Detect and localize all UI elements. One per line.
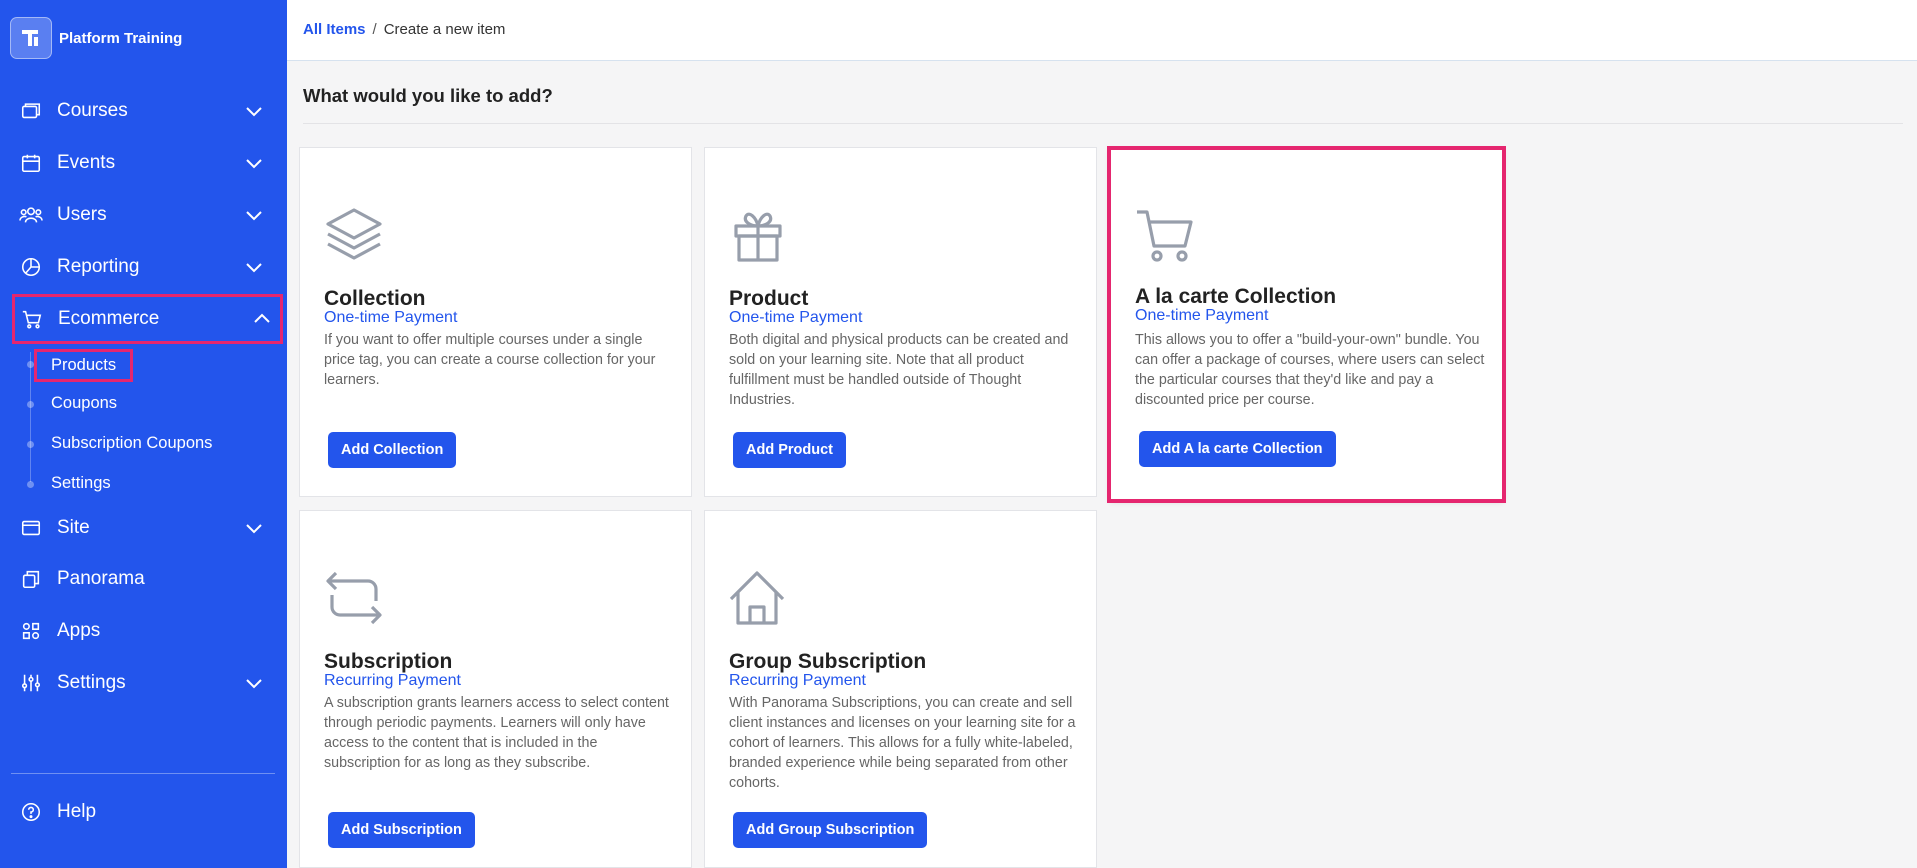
sidebar-subitem-products[interactable]: Products xyxy=(33,349,134,382)
add-collection-button[interactable]: Add Collection xyxy=(328,432,457,468)
submenu-dot xyxy=(27,441,34,448)
sidebar: Platform Training Courses Events Users R… xyxy=(0,0,287,868)
sidebar-item-ecommerce[interactable]: Ecommerce xyxy=(12,294,283,344)
layers-icon xyxy=(326,208,382,260)
sidebar-item-label: Reporting xyxy=(57,256,140,277)
sidebar-item-reporting[interactable]: Reporting xyxy=(14,245,272,289)
sidebar-subitem-settings[interactable]: Settings xyxy=(51,474,111,493)
chevron-down-icon xyxy=(246,679,262,689)
sidebar-item-help[interactable]: Help xyxy=(14,790,272,834)
apps-icon xyxy=(18,618,44,644)
sidebar-item-label: Site xyxy=(57,517,90,538)
add-subscription-button[interactable]: Add Subscription xyxy=(328,812,475,848)
add-a-la-carte-collection-button[interactable]: Add A la carte Collection xyxy=(1139,431,1336,467)
sidebar-item-label: Help xyxy=(57,801,97,822)
card-product: Product One-time Payment Both digital an… xyxy=(704,147,1097,497)
card-subtitle: One-time Payment xyxy=(324,309,458,326)
breadcrumb-all-items-link[interactable]: All Items xyxy=(303,21,366,38)
card-subtitle: One-time Payment xyxy=(1135,307,1269,324)
card-subtitle: Recurring Payment xyxy=(324,672,461,689)
chevron-up-icon xyxy=(254,313,270,323)
sidebar-item-label: Panorama xyxy=(57,568,145,589)
sidebar-item-panorama[interactable]: Panorama xyxy=(14,557,272,601)
breadcrumb-current: Create a new item xyxy=(383,21,506,38)
card-description: This allows you to offer a "build-your-o… xyxy=(1135,332,1485,408)
card-description: Both digital and physical products can b… xyxy=(729,332,1069,408)
brand[interactable]: Platform Training xyxy=(10,17,182,59)
card-group-subscription: Group Subscription Recurring Payment Wit… xyxy=(704,510,1097,868)
card-description: With Panorama Subscriptions, you can cre… xyxy=(729,695,1076,791)
brand-name: Platform Training xyxy=(59,29,183,47)
repeat-icon xyxy=(326,571,382,625)
card-collection: Collection One-time Payment If you want … xyxy=(299,147,692,497)
breadcrumb-separator: / xyxy=(372,21,377,38)
sidebar-item-apps[interactable]: Apps xyxy=(14,609,272,653)
card-title: Group Subscription xyxy=(729,650,927,673)
add-group-subscription-button[interactable]: Add Group Subscription xyxy=(733,812,928,848)
sidebar-item-label: Courses xyxy=(57,100,128,121)
card-subtitle: One-time Payment xyxy=(729,309,863,326)
breadcrumb: All Items / Create a new item xyxy=(303,21,505,38)
help-icon xyxy=(18,799,44,825)
browser-icon xyxy=(18,515,44,541)
sidebar-item-settings[interactable]: Settings xyxy=(14,661,272,705)
sidebar-item-label: Users xyxy=(57,204,107,225)
chevron-down-icon xyxy=(246,263,262,273)
card-description: If you want to offer multiple courses un… xyxy=(324,332,656,388)
cart-icon xyxy=(19,306,45,332)
sidebar-item-label: Ecommerce xyxy=(58,308,160,329)
sidebar-item-courses[interactable]: Courses xyxy=(14,89,272,133)
users-icon xyxy=(18,202,44,228)
sidebar-subitem-subscription-coupons[interactable]: Subscription Coupons xyxy=(51,434,212,453)
pie-chart-icon xyxy=(18,254,44,280)
submenu-dot xyxy=(27,401,34,408)
sidebar-divider xyxy=(11,773,275,774)
calendar-icon xyxy=(18,150,44,176)
add-product-button[interactable]: Add Product xyxy=(733,432,846,468)
chevron-down-icon xyxy=(246,107,262,117)
sliders-icon xyxy=(18,670,44,696)
topbar: All Items / Create a new item xyxy=(287,0,1917,61)
chevron-down-icon xyxy=(246,211,262,221)
sidebar-item-users[interactable]: Users xyxy=(14,193,272,237)
gift-icon xyxy=(734,212,782,262)
card-title: A la carte Collection xyxy=(1135,285,1337,308)
cart-icon xyxy=(1137,210,1193,262)
card-subscription: Subscription Recurring Payment A subscri… xyxy=(299,510,692,868)
sidebar-item-label: Settings xyxy=(57,672,126,693)
submenu-dot xyxy=(27,361,34,368)
sidebar-subitem-coupons[interactable]: Coupons xyxy=(51,394,117,413)
sidebar-item-site[interactable]: Site xyxy=(14,506,272,550)
card-subtitle: Recurring Payment xyxy=(729,672,866,689)
card-title: Collection xyxy=(324,287,426,310)
submenu-rail xyxy=(30,352,31,482)
sidebar-item-label: Events xyxy=(57,152,116,173)
card-title: Product xyxy=(729,287,809,310)
chevron-down-icon xyxy=(246,524,262,534)
page-title: What would you like to add? xyxy=(303,85,553,106)
chevron-down-icon xyxy=(246,159,262,169)
card-title: Subscription xyxy=(324,650,453,673)
courses-icon xyxy=(18,98,44,124)
submenu-dot xyxy=(27,481,34,488)
home-icon xyxy=(729,571,785,625)
card-description: A subscription grants learners access to… xyxy=(324,695,669,771)
brand-logo xyxy=(10,17,52,59)
title-divider xyxy=(303,123,1903,124)
sidebar-item-events[interactable]: Events xyxy=(14,141,272,185)
copy-icon xyxy=(18,566,44,592)
sidebar-item-label: Apps xyxy=(57,620,101,641)
card-a-la-carte-collection: A la carte Collection One-time Payment T… xyxy=(1107,146,1506,503)
